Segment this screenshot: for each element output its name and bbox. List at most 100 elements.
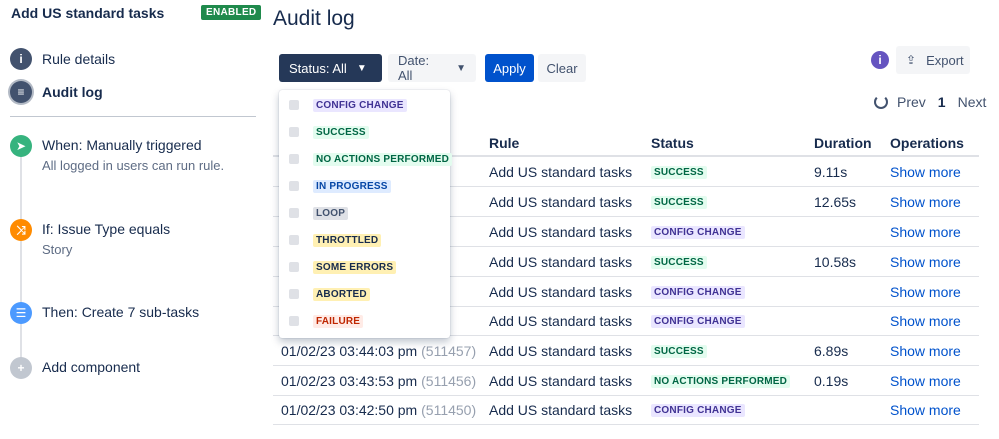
table-row: 01/02/23 03:42:50 pm (511450) Add US sta… [273, 395, 979, 425]
export-label: Export [926, 52, 964, 68]
chevron-down-icon: ▼ [356, 62, 367, 74]
status-badge: NO ACTIONS PERFORMED [651, 375, 791, 388]
status-badge: SUCCESS [651, 166, 707, 179]
status-badge: SUCCESS [651, 196, 707, 209]
status-option-label: THROTTLED [313, 234, 382, 247]
column-header-status: Status [651, 135, 694, 151]
status-badge: SUCCESS [651, 345, 707, 358]
pagination: Prev 1 Next [874, 94, 986, 110]
show-more-link[interactable]: Show more [890, 224, 961, 240]
date-cell: 01/02/23 03:44:03 pm (511457) [281, 343, 477, 359]
status-option-config-change[interactable]: CONFIG CHANGE [279, 91, 450, 118]
nav-item-rule-details[interactable]: i Rule details [10, 47, 115, 71]
component-action[interactable]: ☰ Then: Create 7 sub-tasks [10, 302, 199, 324]
checkbox[interactable] [289, 126, 299, 137]
show-more-link[interactable]: Show more [890, 373, 961, 389]
pointer-icon: ➤ [10, 135, 32, 157]
status-option-label: SOME ERRORS [313, 261, 397, 274]
checkbox[interactable] [289, 153, 299, 164]
date-cell: 01/02/23 03:42:50 pm (511450) [281, 402, 477, 418]
rule-cell: Add US standard tasks [489, 254, 633, 270]
status-option-label: NO ACTIONS PERFORMED [313, 153, 453, 166]
table-row: 01/02/23 03:44:03 pm (511457) Add US sta… [273, 336, 979, 366]
rule-cell: Add US standard tasks [489, 373, 633, 389]
status-option-failure[interactable]: FAILURE [279, 307, 450, 334]
duration-cell: 12.65s [814, 194, 857, 210]
duration-cell: 6.89s [814, 343, 849, 359]
rule-cell: Add US standard tasks [489, 224, 633, 240]
show-more-link[interactable]: Show more [890, 402, 961, 418]
refresh-icon[interactable] [874, 95, 888, 109]
prev-button[interactable]: Prev [897, 94, 926, 110]
checkbox[interactable] [289, 99, 299, 110]
status-option-label: FAILURE [313, 315, 364, 328]
show-more-link[interactable]: Show more [890, 254, 961, 270]
show-more-link[interactable]: Show more [890, 343, 961, 359]
status-option-success[interactable]: SUCCESS [279, 118, 450, 145]
component-title: If: Issue Type equals [42, 221, 171, 237]
show-more-link[interactable]: Show more [890, 194, 961, 210]
rule-cell: Add US standard tasks [489, 194, 633, 210]
sidebar-divider [10, 116, 256, 117]
duration-cell: 9.11s [814, 164, 848, 180]
status-option-label: IN PROGRESS [313, 180, 391, 193]
export-button[interactable]: ⇪ Export [896, 46, 970, 74]
chevron-down-icon: ▼ [456, 62, 466, 74]
rule-cell: Add US standard tasks [489, 284, 633, 300]
status-option-some-errors[interactable]: SOME ERRORS [279, 253, 450, 280]
info-icon[interactable]: i [871, 51, 889, 69]
add-component-button[interactable]: + Add component [10, 357, 140, 379]
checkbox[interactable] [289, 261, 299, 272]
rule-cell: Add US standard tasks [489, 313, 633, 329]
status-option-throttled[interactable]: THROTTLED [279, 226, 450, 253]
checkbox[interactable] [289, 234, 299, 245]
status-option-aborted[interactable]: ABORTED [279, 280, 450, 307]
component-title: When: Manually triggered [42, 137, 202, 153]
duration-cell: 10.58s [814, 254, 857, 270]
show-more-link[interactable]: Show more [890, 284, 961, 300]
status-badge: CONFIG CHANGE [651, 226, 745, 239]
checkbox[interactable] [289, 207, 299, 218]
component-subtitle: All logged in users can run rule. [42, 158, 225, 173]
show-more-link[interactable]: Show more [890, 164, 961, 180]
status-option-label: ABORTED [313, 288, 370, 301]
status-badge: CONFIG CHANGE [651, 286, 745, 299]
rule-cell: Add US standard tasks [489, 343, 633, 359]
apply-button[interactable]: Apply [485, 54, 534, 82]
sidebar: Add US standard tasks ENABLED i Rule det… [0, 0, 262, 439]
nav-label: Rule details [42, 51, 116, 67]
status-option-loop[interactable]: LOOP [279, 199, 450, 226]
date-cell: 01/02/23 03:43:53 pm (511456) [281, 373, 477, 389]
status-badge: SUCCESS [651, 256, 707, 269]
component-subtitle: Story [42, 242, 73, 257]
export-icon: ⇪ [906, 53, 917, 67]
status-option-label: SUCCESS [313, 126, 369, 139]
page-number: 1 [937, 94, 946, 110]
status-option-no-actions[interactable]: NO ACTIONS PERFORMED [279, 145, 453, 172]
nav-item-audit-log[interactable]: ≡ Audit log [10, 80, 103, 104]
show-more-link[interactable]: Show more [890, 313, 961, 329]
rule-cell: Add US standard tasks [489, 164, 633, 180]
enabled-badge[interactable]: ENABLED [201, 5, 262, 20]
checkbox[interactable] [289, 315, 299, 326]
component-condition[interactable]: ⤨ If: Issue Type equals Story [10, 219, 170, 257]
status-filter-label: Status: All [289, 60, 347, 76]
checkbox[interactable] [289, 288, 299, 299]
status-filter-button[interactable]: Status: All ▼ [279, 54, 382, 82]
date-filter-button[interactable]: Date: All ▼ [388, 53, 476, 83]
date-filter-label: Date: All [398, 53, 430, 83]
checkbox[interactable] [289, 180, 299, 191]
timeline-line [20, 152, 22, 364]
page-title: Audit log [273, 7, 355, 30]
next-button[interactable]: Next [958, 94, 987, 110]
duration-cell: 0.19s [814, 373, 849, 389]
component-title: Then: Create 7 sub-tasks [42, 304, 200, 320]
info-icon: i [10, 48, 32, 70]
component-title: Add component [42, 359, 141, 375]
document-icon: ≡ [10, 81, 32, 103]
component-trigger[interactable]: ➤ When: Manually triggered All logged in… [10, 135, 224, 173]
column-header-duration: Duration [814, 135, 872, 151]
nav-label: Audit log [42, 84, 103, 100]
clear-button[interactable]: Clear [538, 54, 586, 82]
status-option-in-progress[interactable]: IN PROGRESS [279, 172, 450, 199]
